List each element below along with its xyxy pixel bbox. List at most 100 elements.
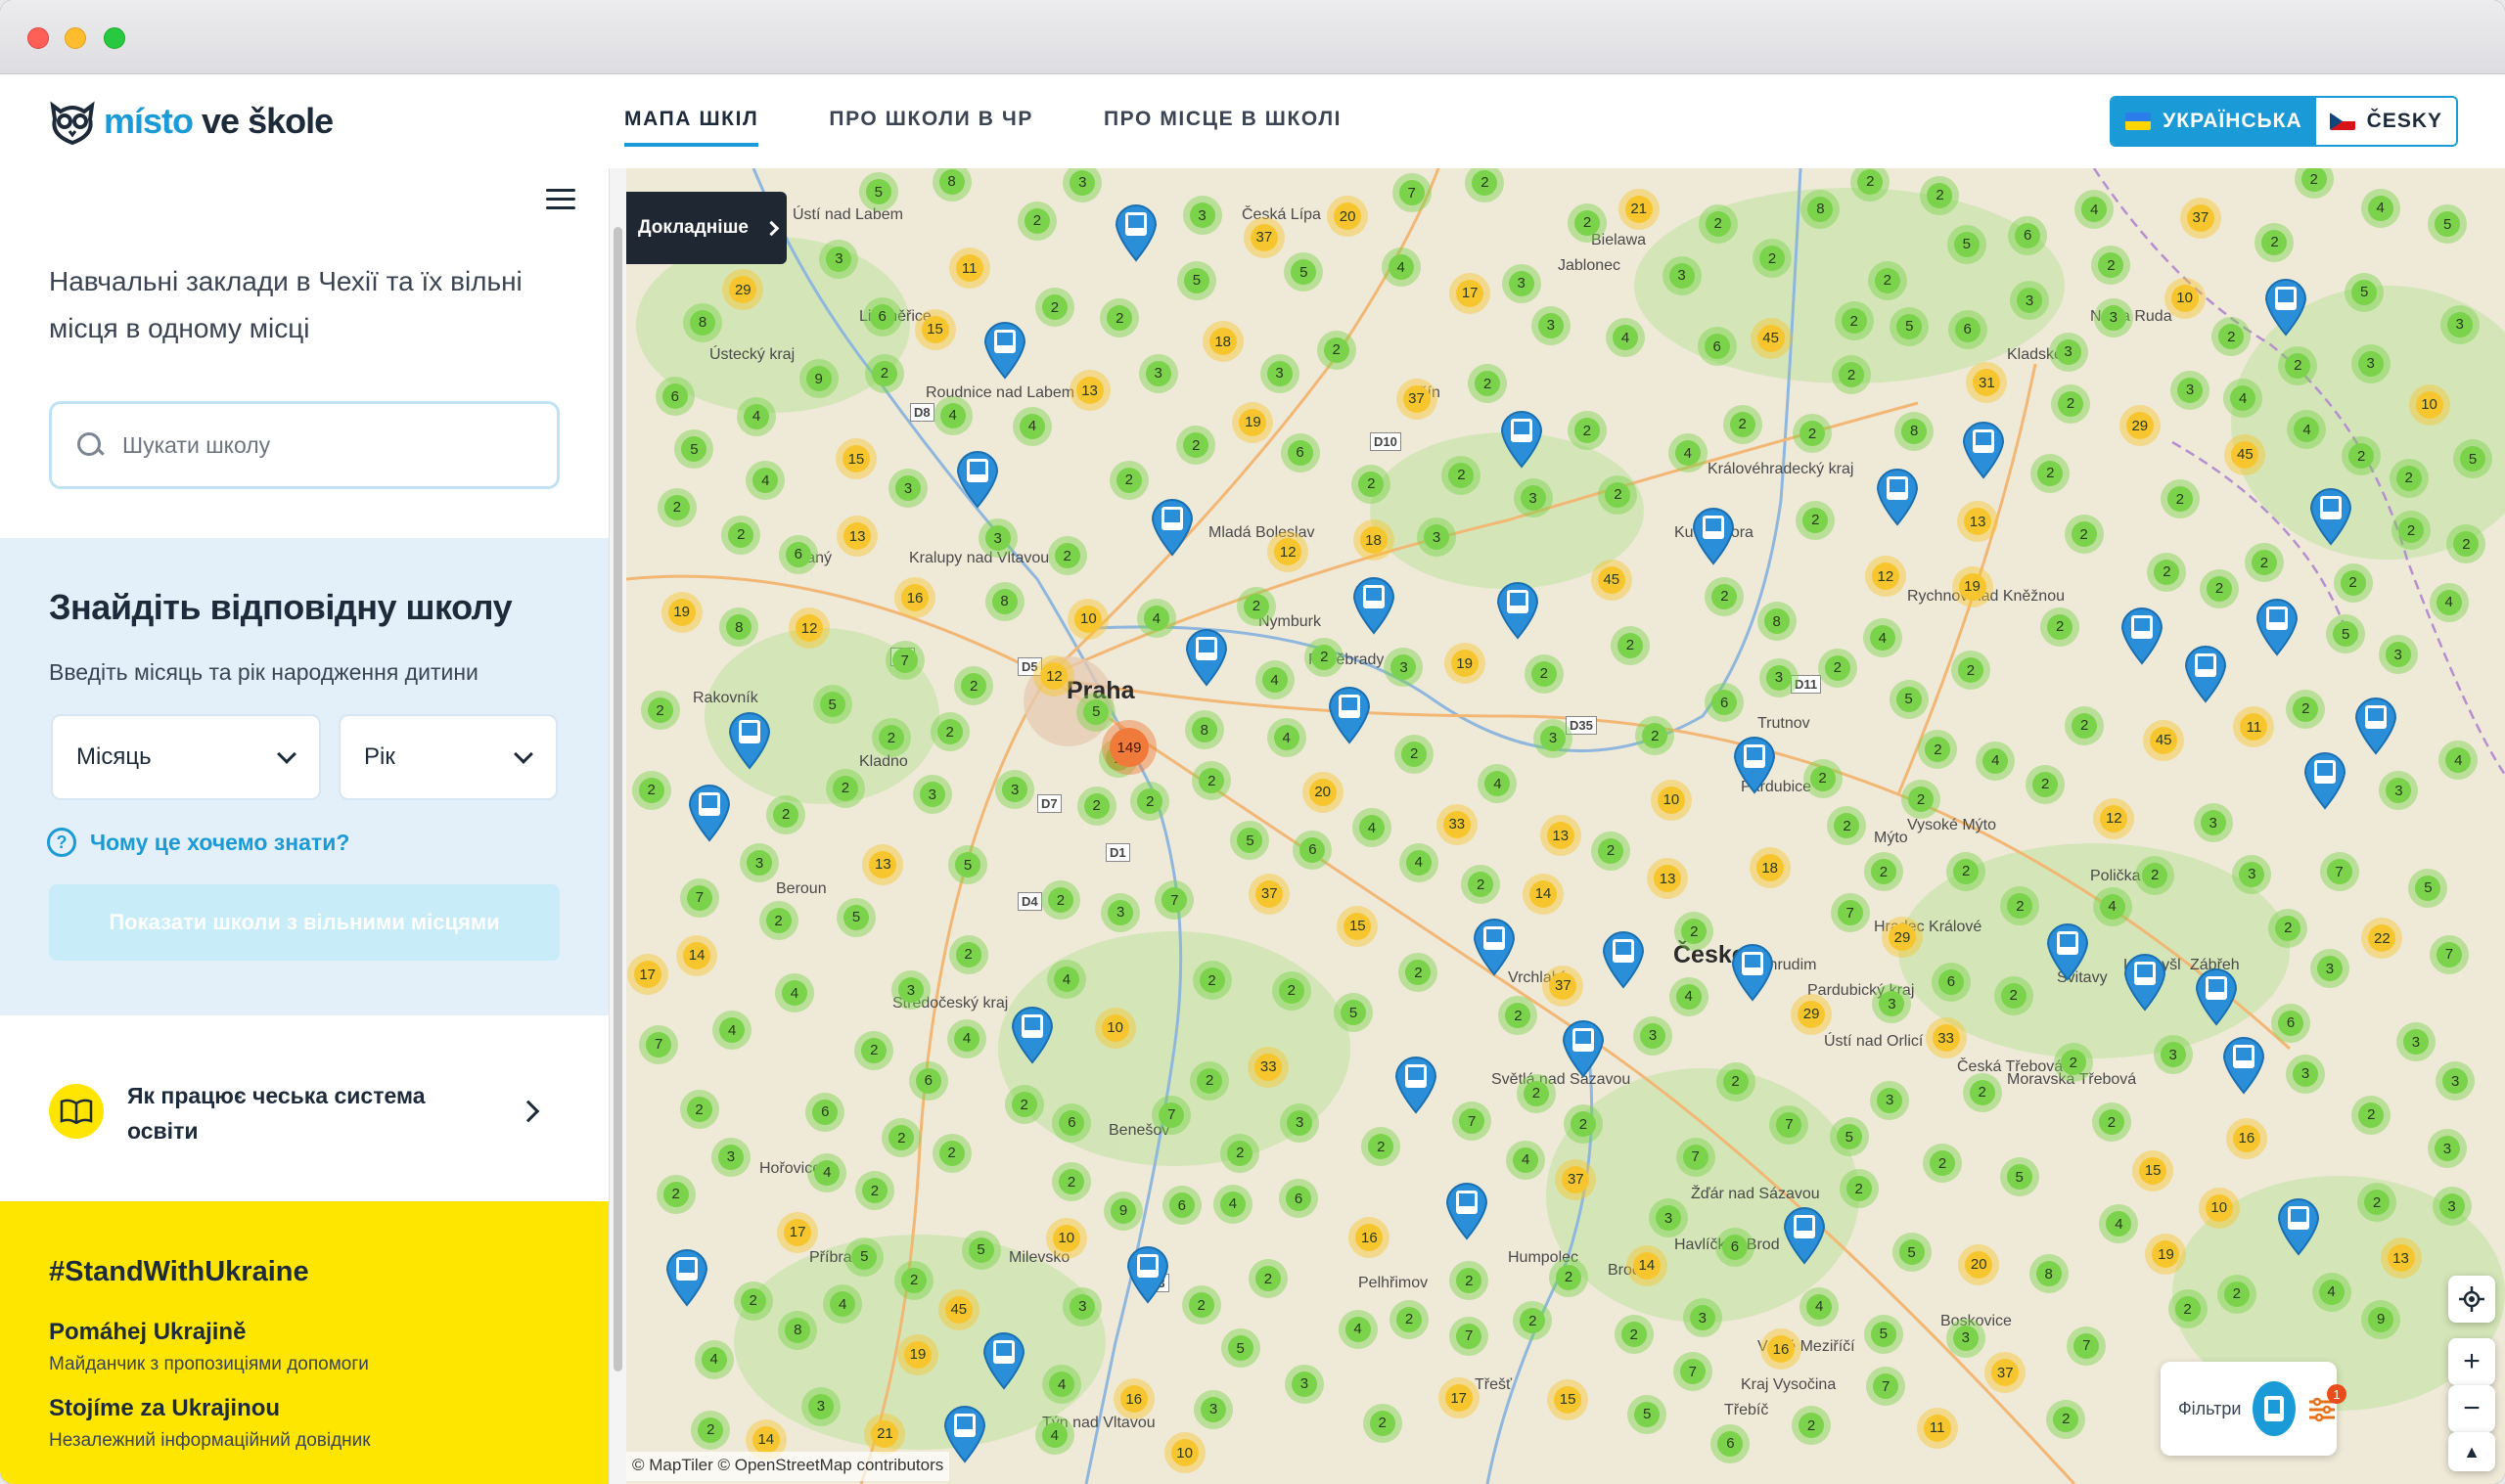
school-cluster-marker[interactable]: 8 — [1807, 196, 1834, 222]
school-cluster-marker[interactable]: 3 — [1070, 169, 1096, 196]
school-cluster-marker[interactable]: 7 — [1679, 1359, 1706, 1385]
school-cluster-marker[interactable]: 15 — [1344, 912, 1372, 940]
school-cluster-marker[interactable]: 2 — [728, 521, 754, 548]
school-pin-icon[interactable] — [1960, 419, 2007, 479]
school-cluster-marker[interactable]: 20 — [1308, 778, 1337, 806]
school-cluster-marker[interactable]: 3 — [919, 782, 945, 808]
school-cluster-marker[interactable]: 2 — [861, 1037, 888, 1063]
school-cluster-marker[interactable]: 5 — [2333, 621, 2359, 647]
school-cluster-marker[interactable]: 3 — [2055, 338, 2081, 365]
school-cluster-marker[interactable]: 3 — [2016, 288, 2042, 314]
school-cluster-marker[interactable]: 4 — [1344, 1316, 1371, 1342]
school-cluster-marker[interactable]: 2 — [1620, 1322, 1647, 1348]
school-pin-icon[interactable] — [1471, 916, 1518, 976]
school-cluster-marker[interactable]: 5 — [1898, 1239, 1925, 1266]
school-cluster-marker[interactable]: 3 — [1877, 1087, 1903, 1113]
school-cluster-marker[interactable]: 10 — [2205, 1193, 2233, 1222]
school-cluster-marker[interactable]: 37 — [1402, 384, 1431, 413]
school-filter-icon[interactable] — [2253, 1381, 2296, 1436]
school-cluster-marker[interactable]: 2 — [1448, 462, 1475, 488]
school-pin-icon[interactable] — [1690, 505, 1737, 565]
school-cluster-marker[interactable]: 2 — [638, 777, 664, 803]
school-cluster-marker[interactable]: 2 — [1227, 1140, 1253, 1166]
school-cluster-marker[interactable]: 14 — [683, 941, 711, 969]
school-cluster-marker[interactable]: 6 — [812, 1099, 839, 1125]
school-cluster-marker[interactable]: 2 — [1197, 1067, 1223, 1094]
school-pin-icon[interactable] — [1149, 496, 1196, 557]
school-pin-icon[interactable] — [2193, 966, 2240, 1026]
scrollbar-thumb[interactable] — [614, 227, 622, 1372]
school-cluster-marker[interactable]: 3 — [1070, 1293, 1096, 1320]
school-cluster-marker[interactable]: 2 — [1722, 1068, 1749, 1095]
school-cluster-marker[interactable]: 15 — [1554, 1385, 1582, 1414]
school-cluster-marker[interactable]: 4 — [954, 1025, 979, 1052]
school-cluster-marker[interactable]: 4 — [1405, 849, 1432, 876]
school-pin-icon[interactable] — [2301, 749, 2348, 810]
school-cluster-marker[interactable]: 45 — [2150, 726, 2178, 754]
school-cluster-marker[interactable]: 2 — [1278, 977, 1304, 1004]
school-cluster-marker[interactable]: 5 — [843, 904, 869, 930]
school-cluster-marker[interactable]: 7 — [1159, 1102, 1185, 1128]
school-cluster-marker[interactable]: 6 — [1168, 1192, 1195, 1219]
school-cluster-marker[interactable]: 2 — [2058, 390, 2084, 417]
school-cluster-marker[interactable]: 2 — [1054, 543, 1080, 569]
school-cluster-marker[interactable]: 5 — [1895, 686, 1922, 712]
school-cluster-marker[interactable]: 2 — [1523, 1080, 1549, 1106]
school-cluster-marker[interactable]: 3 — [2438, 1193, 2465, 1220]
school-cluster-marker[interactable]: 2 — [1809, 765, 1836, 791]
school-cluster-marker[interactable]: 3 — [1765, 664, 1792, 691]
why-link[interactable]: ? Чому це хочемо знати? — [47, 828, 349, 857]
school-cluster-marker[interactable]: 2 — [2037, 460, 2064, 486]
school-cluster-marker[interactable]: 4 — [1019, 413, 1045, 439]
school-cluster-marker[interactable]: 17 — [633, 961, 661, 989]
school-cluster-marker[interactable]: 33 — [1254, 1053, 1283, 1081]
show-schools-button[interactable]: Показати школи з вільними місцями — [49, 884, 560, 961]
school-cluster-marker[interactable]: 4 — [2318, 1279, 2345, 1305]
school-cluster-marker[interactable]: 2 — [861, 1178, 888, 1204]
school-cluster-marker[interactable]: 19 — [1239, 408, 1267, 436]
school-cluster-marker[interactable]: 16 — [1119, 1385, 1148, 1414]
nav-about-place[interactable]: ПРО МІСЦЕ В ШКОЛІ — [1104, 108, 1342, 147]
school-cluster-marker[interactable]: 13 — [1075, 377, 1104, 405]
school-pin-icon[interactable] — [1350, 574, 1397, 635]
school-cluster-marker[interactable]: 10 — [2415, 390, 2443, 419]
school-cluster-marker[interactable]: 2 — [1841, 308, 1867, 335]
school-cluster-marker[interactable]: 2 — [1358, 471, 1385, 497]
school-cluster-marker[interactable]: 37 — [1549, 971, 1577, 1000]
school-cluster-marker[interactable]: 2 — [662, 1181, 689, 1207]
school-pin-icon[interactable] — [1781, 1204, 1828, 1265]
school-cluster-marker[interactable]: 4 — [1806, 1293, 1833, 1320]
school-pin-icon[interactable] — [1874, 466, 1921, 526]
school-cluster-marker[interactable]: 6 — [1704, 334, 1730, 360]
school-cluster-marker[interactable]: 5 — [2415, 875, 2441, 901]
school-cluster-marker[interactable]: 2 — [1705, 210, 1731, 237]
school-cluster-marker[interactable]: 7 — [646, 1031, 672, 1057]
school-cluster-marker[interactable]: 5 — [2459, 446, 2485, 472]
school-cluster-marker[interactable]: 7 — [1682, 1144, 1708, 1170]
school-cluster-marker[interactable]: 5 — [2351, 279, 2378, 305]
school-cluster-marker[interactable]: 2 — [1799, 421, 1826, 447]
hamburger-menu-icon[interactable] — [546, 182, 579, 215]
school-cluster-marker[interactable]: 9 — [2368, 1306, 2394, 1332]
school-search[interactable] — [49, 401, 560, 489]
school-cluster-marker[interactable]: 15 — [2139, 1156, 2167, 1185]
school-cluster-marker[interactable]: 20 — [1965, 1250, 1993, 1279]
school-cluster-marker[interactable]: 4 — [1388, 254, 1414, 281]
school-cluster-marker[interactable]: 7 — [686, 884, 712, 911]
school-cluster-marker[interactable]: 2 — [2358, 1102, 2385, 1128]
school-cluster-marker[interactable]: 7 — [891, 648, 918, 673]
school-cluster-marker[interactable]: 2 — [1254, 1266, 1281, 1292]
school-pin-icon[interactable] — [1009, 1004, 1056, 1064]
sliders-icon[interactable]: 1 — [2307, 1384, 2346, 1423]
school-cluster-marker[interactable]: 6 — [1286, 1186, 1311, 1211]
school-cluster-marker[interactable]: 4 — [1219, 1191, 1246, 1217]
school-cluster-marker[interactable]: 6 — [1937, 968, 1964, 995]
school-cluster-marker[interactable]: 2 — [765, 908, 792, 934]
maximize-window-button[interactable] — [104, 27, 125, 49]
school-cluster-marker[interactable]: 8 — [785, 1317, 811, 1343]
school-cluster-marker[interactable]: 3 — [2177, 377, 2204, 403]
school-cluster-marker[interactable]: 2 — [773, 801, 799, 828]
school-cluster-marker[interactable]: 2 — [647, 697, 673, 724]
minimize-window-button[interactable] — [65, 27, 86, 49]
school-cluster-marker[interactable]: 3 — [2357, 350, 2384, 377]
